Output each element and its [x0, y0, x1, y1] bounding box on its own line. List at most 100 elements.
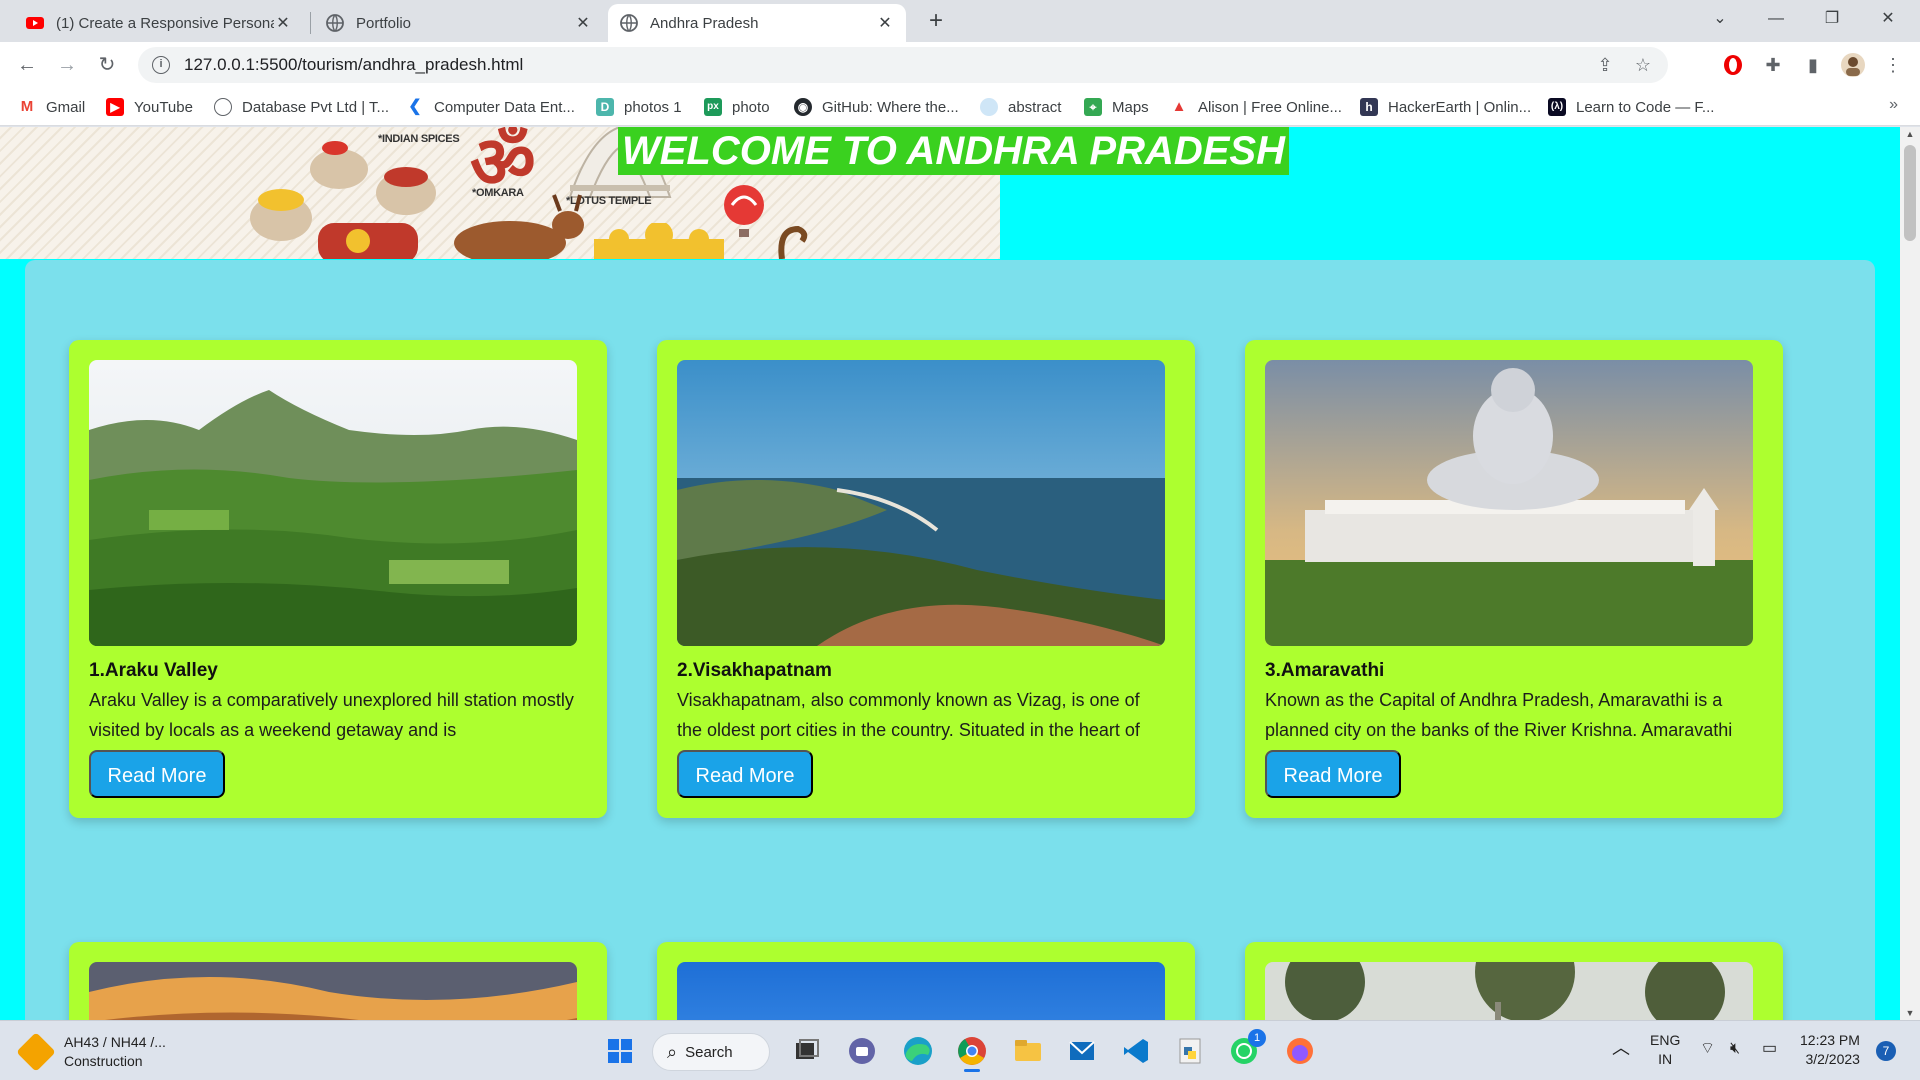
- clock-time: 12:23 PM: [1800, 1032, 1860, 1048]
- globe-icon: [980, 98, 998, 116]
- chevron-up-icon[interactable]: ︿: [1612, 1039, 1630, 1058]
- tab-andhra-pradesh[interactable]: Andhra Pradesh ✕: [608, 4, 906, 42]
- bookmark-gmail[interactable]: M Gmail: [18, 95, 85, 119]
- close-icon[interactable]: ✕: [876, 13, 894, 33]
- firefox-icon[interactable]: [1280, 1031, 1320, 1071]
- card-title: 3.Amaravathi: [1265, 660, 1385, 681]
- whatsapp-icon[interactable]: 1: [1224, 1029, 1266, 1071]
- close-icon[interactable]: ✕: [274, 13, 292, 33]
- bookmark-label: Alison | Free Online...: [1198, 98, 1342, 116]
- bookmark-label: HackerEarth | Onlin...: [1388, 98, 1532, 116]
- clock[interactable]: 12:23 PM 3/2/2023: [1800, 1031, 1860, 1069]
- globe-icon: [214, 98, 232, 116]
- sunset-photo: [89, 962, 577, 1020]
- new-tab-button[interactable]: +: [922, 8, 950, 36]
- card-description: Known as the Capital of Andhra Pradesh, …: [1265, 690, 1733, 740]
- bookmark-github[interactable]: ◉ GitHub: Where the...: [794, 95, 959, 119]
- bookmark-alison[interactable]: ▲ Alison | Free Online...: [1170, 95, 1342, 119]
- scrollbar-thumb[interactable]: [1904, 145, 1916, 241]
- tab-youtube[interactable]: (1) Create a Responsive Personal ✕: [14, 4, 304, 42]
- bookmark-hackerearth[interactable]: h HackerEarth | Onlin...: [1360, 95, 1531, 119]
- mail-icon[interactable]: [1062, 1031, 1102, 1071]
- share-icon[interactable]: ⇪: [1590, 47, 1620, 83]
- bookmark-label: GitHub: Where the...: [822, 98, 959, 116]
- tab-title: Portfolio: [356, 14, 412, 32]
- bookmark-label: Maps: [1112, 98, 1149, 116]
- address-bar[interactable]: i 127.0.0.1:5500/tourism/andhra_pradesh.…: [138, 47, 1668, 83]
- read-more-button[interactable]: Read More: [1265, 750, 1401, 798]
- chili-icon: [322, 141, 348, 155]
- wifi-icon[interactable]: ⌔: [1700, 1039, 1715, 1058]
- blue-sky-photo: [677, 962, 1165, 1020]
- px-icon: px: [704, 98, 722, 116]
- banner-label-spices: *INDIAN SPICES: [378, 133, 460, 145]
- close-icon[interactable]: ✕: [574, 13, 592, 33]
- back-button[interactable]: ←: [12, 50, 42, 80]
- bookmark-photo[interactable]: px photo: [704, 95, 770, 119]
- profile-avatar[interactable]: [1838, 50, 1868, 80]
- edge-browser-icon[interactable]: [898, 1031, 938, 1071]
- file-explorer-icon[interactable]: [1008, 1031, 1048, 1071]
- red-chili-powder-icon: [384, 167, 428, 187]
- bookmark-label: abstract: [1008, 98, 1062, 116]
- tab-search-button[interactable]: ⌄: [1692, 0, 1748, 40]
- opera-extension-icon[interactable]: [1718, 50, 1748, 80]
- chrome-browser-icon[interactable]: [952, 1031, 992, 1072]
- traffic-widget[interactable]: AH43 / NH44 /... Construction: [16, 1032, 166, 1072]
- bookmark-photos-1[interactable]: Dphotos 1: [596, 95, 682, 119]
- youtube-icon: ▶: [106, 98, 124, 116]
- bookmark-computer-data[interactable]: ❮ Computer Data Ent...: [406, 95, 575, 119]
- scroll-down-icon[interactable]: ▼: [1900, 1008, 1920, 1018]
- bookmark-k-icon: ❮: [406, 98, 424, 116]
- freecodecamp-icon: (λ): [1548, 98, 1566, 116]
- amaravathi-photo: [1265, 360, 1753, 646]
- notification-count-badge[interactable]: 7: [1876, 1041, 1896, 1061]
- bookmark-star-icon[interactable]: ☆: [1628, 47, 1658, 83]
- reload-button[interactable]: ↻: [92, 50, 122, 80]
- minimize-button[interactable]: —: [1748, 0, 1804, 40]
- python-file-icon[interactable]: [1170, 1031, 1210, 1071]
- menu-kebab-icon[interactable]: ⋮: [1878, 50, 1908, 80]
- place-card-partial: [657, 942, 1195, 1020]
- read-more-button[interactable]: Read More: [89, 750, 225, 798]
- task-view-icon[interactable]: [786, 1031, 826, 1071]
- teams-chat-icon[interactable]: [842, 1031, 882, 1071]
- widget-title: AH43 / NH44 /...: [64, 1034, 166, 1050]
- page-scrollbar[interactable]: ▲ ▼: [1900, 127, 1920, 1020]
- url-text[interactable]: 127.0.0.1:5500/tourism/andhra_pradesh.ht…: [184, 55, 523, 75]
- globe-icon: [326, 14, 344, 32]
- gmail-icon: M: [18, 98, 36, 116]
- read-more-button[interactable]: Read More: [677, 750, 813, 798]
- extensions-puzzle-icon[interactable]: ✚: [1758, 50, 1788, 80]
- vscode-icon[interactable]: [1116, 1031, 1156, 1071]
- scroll-up-icon[interactable]: ▲: [1900, 129, 1920, 139]
- places-section: 1.Araku Valley Araku Valley is a compara…: [25, 260, 1875, 1020]
- search-label: Search: [685, 1043, 733, 1061]
- side-panel-icon[interactable]: ▮: [1798, 50, 1828, 80]
- tab-title: (1) Create a Responsive Personal: [56, 14, 274, 32]
- speaker-muted-icon[interactable]: 🔇︎: [1730, 1039, 1740, 1058]
- restore-button[interactable]: ❐: [1804, 0, 1860, 40]
- snake-boat-icon: [778, 225, 808, 259]
- close-window-button[interactable]: ✕: [1860, 0, 1916, 40]
- forward-button[interactable]: →: [52, 50, 82, 80]
- card-title: 1.Araku Valley: [89, 660, 218, 681]
- page-viewport: *INDIAN SPICES ॐ *OMKARA *LOTUS TEMPLE W…: [0, 127, 1900, 1020]
- search-icon: ⌕: [667, 1041, 678, 1062]
- battery-icon[interactable]: ▭: [1762, 1039, 1777, 1058]
- card-description: Visakhapatnam, also commonly known as Vi…: [677, 690, 1140, 740]
- bookmarks-overflow-icon[interactable]: »: [1889, 96, 1898, 114]
- windows-start-icon[interactable]: [600, 1031, 640, 1071]
- bookmark-maps[interactable]: ⌖ Maps: [1084, 95, 1149, 119]
- taskbar-search[interactable]: ⌕ Search: [652, 1033, 770, 1071]
- bookmark-freecodecamp[interactable]: (λ) Learn to Code — F...: [1548, 95, 1714, 119]
- language-indicator[interactable]: ENG IN: [1650, 1031, 1680, 1069]
- place-card-araku: 1.Araku Valley Araku Valley is a compara…: [69, 340, 607, 818]
- bookmark-youtube[interactable]: ▶ YouTube: [106, 95, 193, 119]
- bookmark-database[interactable]: Database Pvt Ltd | T...: [214, 95, 389, 119]
- clock-date: 3/2/2023: [1805, 1051, 1860, 1067]
- site-info-icon[interactable]: i: [152, 56, 170, 74]
- tab-portfolio[interactable]: Portfolio ✕: [314, 4, 604, 42]
- place-card-partial: [1245, 942, 1783, 1020]
- bookmark-abstract[interactable]: abstract: [980, 95, 1061, 119]
